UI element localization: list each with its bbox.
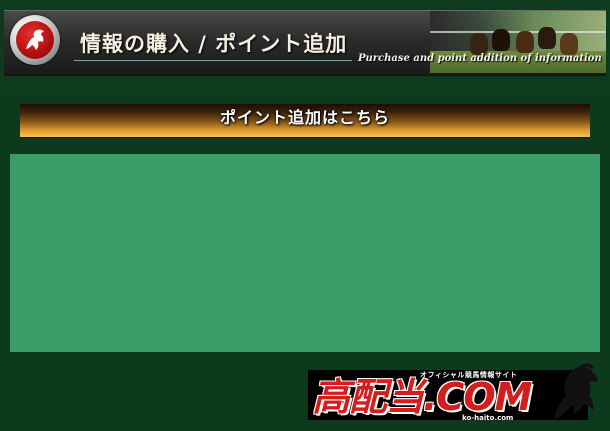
- brand-logo[interactable]: 高配当.COM オフィシャル競馬情報サイト ko-haito.com: [302, 360, 602, 424]
- title-underline: [74, 60, 352, 61]
- page-header: 情報の購入 / ポイント追加 Purchase and point additi…: [0, 0, 610, 95]
- page-title: 情報の購入 / ポイント追加: [80, 31, 348, 56]
- page-subtitle: Purchase and point addition of informati…: [358, 53, 602, 64]
- brand-url: ko-haito.com: [462, 414, 514, 422]
- section-heading: ポイント追加はこちら: [219, 108, 390, 127]
- horse-silhouette-icon: [554, 363, 598, 420]
- brand-tagline: オフィシャル競馬情報サイト: [420, 371, 518, 379]
- horse-emblem-icon: [10, 15, 60, 65]
- content-panel: [10, 154, 600, 352]
